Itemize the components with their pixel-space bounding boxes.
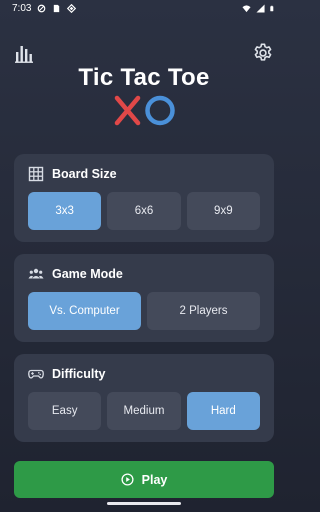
group-icon <box>28 268 44 279</box>
difficulty-option-medium[interactable]: Medium <box>107 392 181 430</box>
board-size-title: Board Size <box>52 167 117 181</box>
stats-icon[interactable] <box>14 42 36 64</box>
game-mode-option-2-players[interactable]: 2 Players <box>147 292 260 330</box>
difficulty-header: Difficulty <box>28 366 105 382</box>
status-bar: 7:03 <box>0 0 288 16</box>
game-mode-option-vs-computer[interactable]: Vs. Computer <box>28 292 141 330</box>
vpn-diamond-icon <box>67 3 77 13</box>
home-indicator[interactable] <box>107 502 181 505</box>
signal-icon <box>256 3 265 13</box>
difficulty-option-hard[interactable]: Hard <box>186 392 260 430</box>
play-circle-icon <box>121 473 134 486</box>
game-icon <box>28 369 44 379</box>
board-size-option-9x9[interactable]: 9x9 <box>186 192 260 230</box>
play-button[interactable]: Play <box>14 461 274 498</box>
play-button-label: Play <box>141 472 168 487</box>
storage-icon <box>54 4 60 12</box>
grid-icon <box>28 166 44 182</box>
status-time: 7:03 <box>12 2 32 14</box>
game-mode-header: Game Mode <box>28 266 123 282</box>
difficulty-title: Difficulty <box>52 367 106 381</box>
difficulty-option-easy[interactable]: Easy <box>28 392 102 430</box>
wifi-icon <box>242 4 251 12</box>
battery-icon <box>270 5 274 11</box>
data-saver-icon <box>38 4 46 12</box>
game-mode-title: Game Mode <box>52 267 123 281</box>
app-title: Tic Tac Toe <box>78 64 210 91</box>
board-size-options: 3x3 6x6 9x9 <box>28 192 260 230</box>
board-size-card: Board Size 3x3 6x6 9x9 <box>14 154 274 242</box>
difficulty-options: Easy Medium Hard <box>28 392 260 430</box>
board-size-option-6x6[interactable]: 6x6 <box>107 192 181 230</box>
board-size-header: Board Size <box>28 166 117 182</box>
game-mode-card: Game Mode Vs. Computer 2 Players <box>14 254 274 342</box>
game-mode-options: Vs. Computer 2 Players <box>28 292 260 330</box>
settings-icon[interactable] <box>252 42 274 64</box>
difficulty-card: Difficulty Easy Medium Hard <box>14 354 274 442</box>
xo-logo-icon <box>114 95 175 126</box>
board-size-option-3x3[interactable]: 3x3 <box>28 192 102 230</box>
